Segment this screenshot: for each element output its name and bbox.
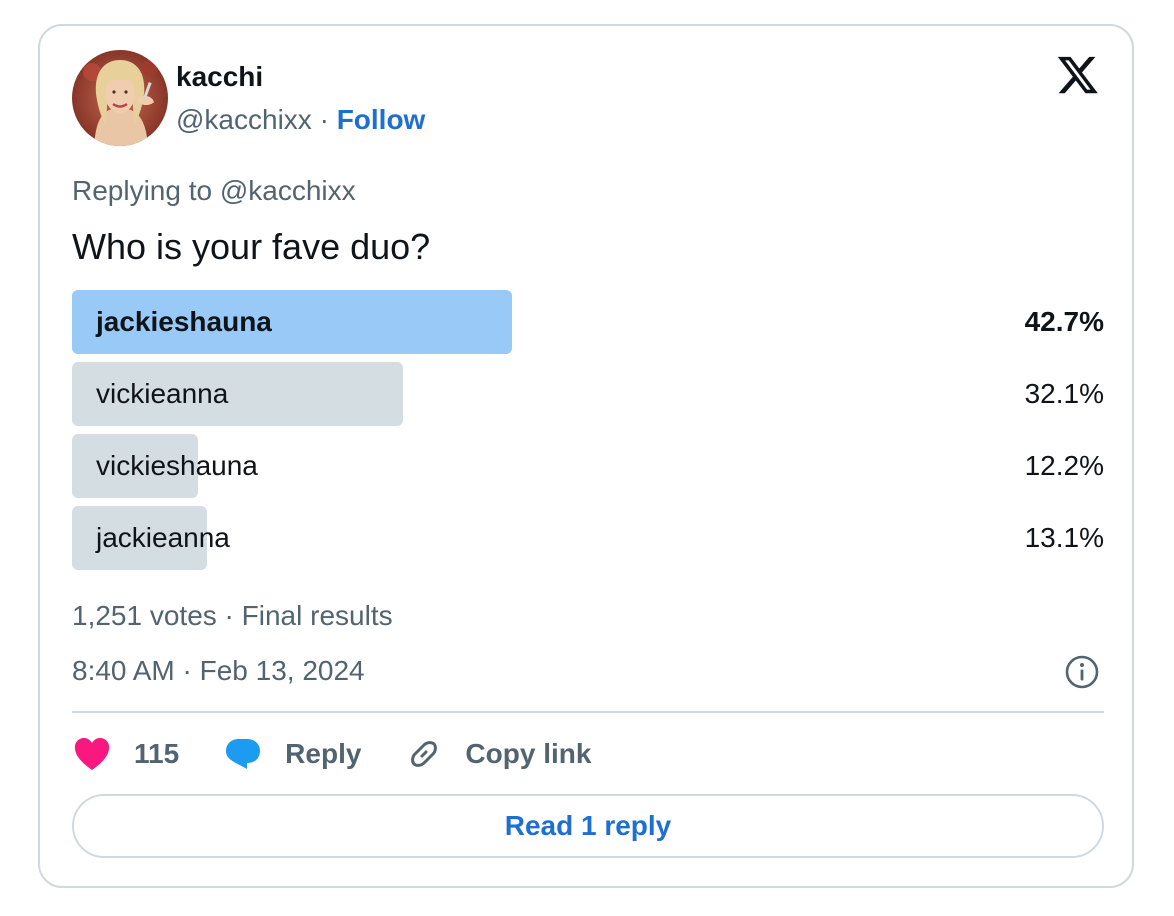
replying-to: Replying to @kacchixx: [72, 175, 356, 206]
poll-option-percent: 13.1%: [1024, 522, 1104, 553]
tweet-timestamp[interactable]: 8:40 AM · Feb 13, 2024: [72, 654, 365, 688]
like-count: 115: [134, 738, 180, 769]
follow-button[interactable]: Follow: [337, 104, 426, 135]
reply-button[interactable]: Reply: [223, 736, 361, 772]
info-icon[interactable]: [1064, 654, 1100, 690]
poll-summary: 1,251 votes · Final results: [72, 600, 393, 631]
poll-option-label: jackieanna: [96, 522, 230, 553]
handle-separator: ·: [319, 104, 329, 135]
poll-option: vickieanna 32.1%: [72, 362, 1104, 426]
link-icon: [411, 741, 438, 767]
copy-link-button[interactable]: Copy link: [405, 735, 591, 773]
poll-option-percent: 42.7%: [1024, 306, 1104, 337]
action-bar: 115 Reply Copy link: [72, 732, 635, 776]
x-logo-icon[interactable]: [1056, 56, 1100, 96]
poll-option: jackieanna 13.1%: [72, 506, 1104, 570]
author-handle-row: @kacchixx · Follow: [176, 103, 425, 137]
read-replies-button[interactable]: Read 1 reply: [72, 794, 1104, 858]
like-button[interactable]: 115: [72, 736, 179, 772]
author-display-name[interactable]: kacchi: [176, 60, 263, 94]
poll: jackieshauna 42.7% vickieanna 32.1% vick…: [72, 290, 1104, 578]
reply-label: Reply: [285, 738, 362, 769]
avatar[interactable]: [72, 50, 168, 146]
poll-option-label: vickieshauna: [96, 450, 258, 481]
poll-option: jackieshauna 42.7%: [72, 290, 1104, 354]
tweet-card: kacchi @kacchixx · Follow Replying to @k…: [38, 24, 1134, 888]
poll-option-percent: 32.1%: [1024, 378, 1104, 409]
heart-icon: [74, 738, 110, 770]
author-handle[interactable]: @kacchixx: [176, 104, 312, 135]
tweet-text: Who is your fave duo?: [72, 226, 431, 267]
avatar-image: [72, 50, 168, 146]
poll-option-label: jackieshauna: [96, 306, 272, 337]
divider: [72, 711, 1104, 713]
poll-option-label: vickieanna: [96, 378, 229, 409]
reply-bubble-icon: [226, 739, 261, 769]
poll-option: vickieshauna 12.2%: [72, 434, 1104, 498]
poll-option-percent: 12.2%: [1024, 450, 1104, 481]
copy-link-label: Copy link: [465, 738, 592, 769]
